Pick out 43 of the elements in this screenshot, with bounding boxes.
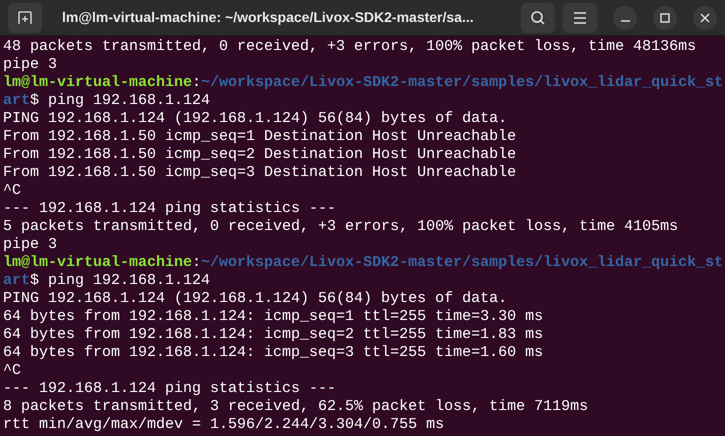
terminal-output-line: 5 packets transmitted, 0 received, +3 errors, 100% packet loss, time 4105ms [3,218,678,236]
prompt-path: art [3,92,30,110]
terminal-output-line: From 192.168.1.50 icmp_seq=2 Destination Host Unreachable [3,146,516,164]
terminal-output-line: --- 192.168.1.124 ping statistics --- [3,200,336,218]
minimize-button[interactable] [613,6,637,30]
maximize-button[interactable] [653,6,677,30]
prompt-sign: $ [30,272,40,290]
menu-icon [573,12,587,24]
prompt-sign: $ [30,92,40,110]
close-icon [700,12,710,22]
window-title: lm@lm-virtual-machine: ~/workspace/Livox-SDK2-master/sa... [62,8,474,27]
terminal-output-line: rtt min/avg/max/mdev = 1.596/2.244/3.304/0.755 ms [3,416,444,434]
prompt-path: ~/workspace/Livox-SDK2-master/samples/livox_lidar_quick_st [201,254,724,272]
terminal-output-line: --- 192.168.1.124 ping statistics --- [3,380,336,398]
terminal-output-line: pipe 3 [3,56,58,74]
terminal-output-line: 64 bytes from 192.168.1.124: icmp_seq=3 ttl=255 time=1.60 ms [3,344,544,362]
terminal-output-line: pipe 3 [3,236,58,254]
terminal-output-line: From 192.168.1.50 icmp_seq=3 Destination Host Unreachable [3,164,516,182]
terminal-output-line: 64 bytes from 192.168.1.124: icmp_seq=1 ttl=255 time=3.30 ms [3,308,544,326]
prompt-path: ~/workspace/Livox-SDK2-master/samples/livox_lidar_quick_st [201,74,724,92]
menu-button[interactable] [563,2,597,32]
terminal-output-line: From 192.168.1.50 icmp_seq=1 Destination Host Unreachable [3,128,516,146]
new-tab-icon [17,10,33,26]
prompt-separator: : [192,74,202,92]
command-text: ping 192.168.1.124 [48,92,210,110]
search-icon [530,10,546,26]
terminal-output-line: ^C [3,182,22,200]
terminal-output-line: 48 packets transmitted, 0 received, +3 errors, 100% packet loss, time 48136ms [3,38,696,56]
terminal-output-line: ^C [3,362,22,380]
terminal-output-line: PING 192.168.1.124 (192.168.1.124) 56(84) bytes of data. [3,290,508,308]
new-tab-button[interactable] [8,2,42,32]
terminal-output-line: 64 bytes from 192.168.1.124: icmp_seq=2 ttl=255 time=1.83 ms [3,326,544,344]
minimize-icon [620,20,630,22]
command-text: ping 192.168.1.124 [48,272,210,290]
maximize-icon [660,12,670,22]
close-button[interactable] [693,6,717,30]
prompt-user-host: lm@lm-virtual-machine [3,74,192,92]
prompt-separator: : [192,254,202,272]
prompt-user-host: lm@lm-virtual-machine [3,254,192,272]
prompt-path: art [3,272,30,290]
terminal-output-line: 8 packets transmitted, 3 received, 62.5% packet loss, time 7119ms [3,398,588,416]
terminal-output-line: PING 192.168.1.124 (192.168.1.124) 56(84) bytes of data. [3,110,508,128]
search-button[interactable] [521,2,555,32]
